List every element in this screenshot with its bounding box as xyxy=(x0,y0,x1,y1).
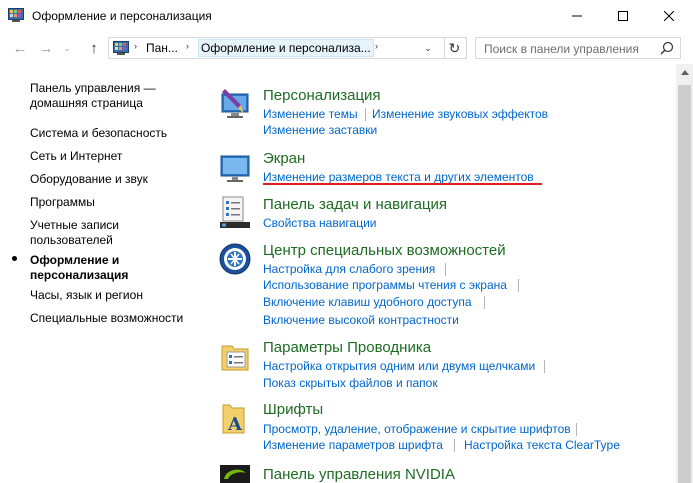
svg-text:A: A xyxy=(227,414,243,435)
sidebar-item-hardware-sound[interactable]: Оборудование и звук xyxy=(30,172,148,187)
current-item-bullet xyxy=(12,256,17,261)
forward-button[interactable]: → xyxy=(36,39,56,57)
link-low-vision[interactable]: Настройка для слабого зрения xyxy=(263,262,435,276)
scroll-thumb[interactable] xyxy=(678,85,691,483)
link-separator xyxy=(576,423,577,436)
category-title-personalization[interactable]: Персонализация xyxy=(263,87,381,104)
personalization-icon xyxy=(221,89,249,118)
up-arrow-icon: ↑ xyxy=(90,39,98,57)
link-separator xyxy=(544,360,545,373)
highlight-underline xyxy=(263,183,542,185)
search-placeholder: Поиск в панели управления xyxy=(484,42,639,56)
link-navigation-properties[interactable]: Свойства навигации xyxy=(263,216,376,230)
sidebar-item-network[interactable]: Сеть и Интернет xyxy=(30,149,122,164)
fonts-icon: A xyxy=(222,404,245,435)
link-change-theme[interactable]: Изменение темы xyxy=(263,107,358,121)
chevron-up-icon xyxy=(680,70,689,75)
chevron-down-icon: ⌄ xyxy=(424,42,432,53)
nvidia-icon xyxy=(220,465,250,483)
category-title-nvidia[interactable]: Панель управления NVIDIA xyxy=(263,466,455,483)
sidebar-item-user-accounts[interactable]: Учетные записи пользователей xyxy=(30,218,119,248)
ease-of-access-icon xyxy=(219,243,251,275)
link-separator xyxy=(445,263,446,276)
link-single-double-click[interactable]: Настройка открытия одним или двумя щелчк… xyxy=(263,359,535,373)
sidebar-item-system-security[interactable]: Система и безопасность xyxy=(30,126,167,141)
folder-options-icon xyxy=(221,345,249,371)
link-cleartype[interactable]: Настройка текста ClearType xyxy=(464,438,620,452)
link-change-sounds[interactable]: Изменение звуковых эффектов xyxy=(372,107,548,121)
link-screen-reader[interactable]: Использование программы чтения с экрана xyxy=(263,278,507,292)
vertical-scrollbar[interactable] xyxy=(676,64,693,483)
minimize-button[interactable] xyxy=(554,0,600,31)
link-separator xyxy=(484,296,485,309)
back-button[interactable]: ← xyxy=(10,39,30,57)
breadcrumb-separator[interactable]: › xyxy=(375,41,378,51)
category-title-taskbar[interactable]: Панель задач и навигация xyxy=(263,196,447,213)
sidebar-item-label: Панель управления — xyxy=(30,81,156,95)
address-dropdown-button[interactable]: ⌄ xyxy=(418,38,438,58)
category-title-display[interactable]: Экран xyxy=(263,150,305,167)
sidebar-item-appearance[interactable]: Оформление и персонализация xyxy=(30,253,128,283)
category-title-ease-of-access[interactable]: Центр специальных возможностей xyxy=(263,242,506,259)
sidebar-item-label: пользователей xyxy=(30,233,113,247)
control-panel-icon xyxy=(8,8,24,22)
breadcrumb-control-panel[interactable]: Пан... xyxy=(146,41,178,55)
display-icon xyxy=(220,155,250,182)
maximize-icon xyxy=(618,10,628,21)
back-arrow-icon: ← xyxy=(12,39,28,57)
search-input[interactable]: Поиск в панели управления xyxy=(475,37,681,59)
link-change-screensaver[interactable]: Изменение заставки xyxy=(263,123,377,137)
link-sticky-keys[interactable]: Включение клавиш удобного доступа xyxy=(263,295,472,309)
sidebar-item-label: домашняя страница xyxy=(30,96,143,110)
recent-locations-button[interactable]: ⌄ xyxy=(60,39,74,57)
breadcrumb-appearance[interactable]: Оформление и персонализа... xyxy=(198,39,374,57)
link-separator xyxy=(454,439,455,452)
category-title-explorer-options[interactable]: Параметры Проводника xyxy=(263,339,431,356)
title-bar: Оформление и персонализация xyxy=(0,0,693,31)
navigation-bar: ← → ⌄ ↑ › Пан... › Оформление и персонал… xyxy=(0,31,693,64)
maximize-button[interactable] xyxy=(600,0,646,31)
sidebar-item-programs[interactable]: Программы xyxy=(30,195,95,210)
refresh-icon: ↻ xyxy=(448,39,461,56)
link-show-hidden-files[interactable]: Показ скрытых файлов и папок xyxy=(263,376,438,390)
refresh-button[interactable]: ↻ xyxy=(444,38,464,58)
link-font-settings[interactable]: Изменение параметров шрифта xyxy=(263,438,443,452)
link-separator xyxy=(518,279,519,292)
close-button[interactable] xyxy=(646,0,692,31)
link-high-contrast[interactable]: Включение высокой контрастности xyxy=(263,313,459,327)
sidebar-item-label: персонализация xyxy=(30,268,129,282)
taskbar-icon xyxy=(220,196,250,228)
control-panel-icon xyxy=(113,41,129,55)
link-change-text-size[interactable]: Изменение размеров текста и других элеме… xyxy=(263,170,534,184)
minimize-icon xyxy=(572,15,582,16)
close-icon xyxy=(664,10,674,21)
link-separator xyxy=(365,108,366,121)
breadcrumb-separator[interactable]: › xyxy=(134,41,137,51)
forward-arrow-icon: → xyxy=(38,39,54,57)
sidebar-item-ease-of-access[interactable]: Специальные возможности xyxy=(30,311,183,326)
up-button[interactable]: ↑ xyxy=(84,39,104,57)
scroll-up-button[interactable] xyxy=(676,64,693,81)
chevron-down-icon: ⌄ xyxy=(63,43,71,53)
address-bar[interactable]: › Пан... › Оформление и персонализа... › xyxy=(108,37,467,59)
sidebar: Панель управления — домашняя страница Си… xyxy=(0,64,205,483)
link-view-fonts[interactable]: Просмотр, удаление, отображение и скрыти… xyxy=(263,422,571,436)
breadcrumb-separator[interactable]: › xyxy=(186,41,189,51)
sidebar-item-control-panel-home[interactable]: Панель управления — домашняя страница xyxy=(30,81,156,111)
category-title-fonts[interactable]: Шрифты xyxy=(263,401,323,418)
sidebar-item-clock-region[interactable]: Часы, язык и регион xyxy=(30,288,143,303)
sidebar-item-label: Оформление и xyxy=(30,253,120,267)
window-title: Оформление и персонализация xyxy=(32,9,212,23)
search-icon xyxy=(660,41,674,55)
sidebar-item-label: Учетные записи xyxy=(30,218,119,232)
